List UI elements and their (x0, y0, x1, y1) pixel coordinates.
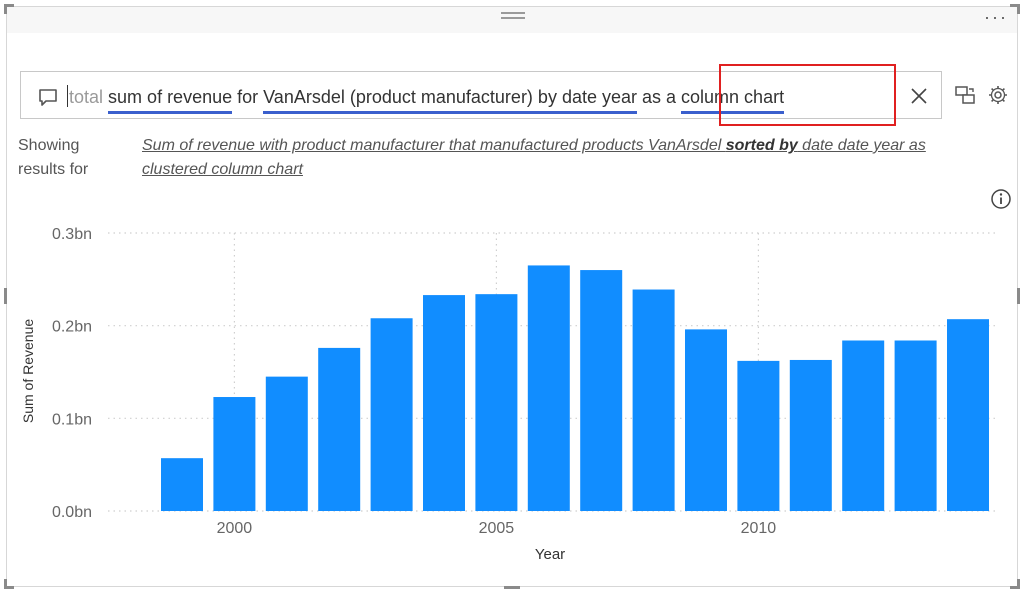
ellipsis-icon[interactable]: ··· (984, 8, 1008, 26)
swap-visual-icon[interactable] (954, 84, 976, 106)
query-term-manufacturer-year[interactable]: VanArsdel (product manufacturer) by date… (263, 87, 637, 114)
query-suggested-word: total (69, 87, 104, 107)
resize-handle-bottom-left[interactable] (4, 579, 14, 589)
highlight-annotation-box (719, 64, 896, 126)
query-connector-as: as a (637, 87, 682, 107)
resize-handle-right[interactable] (1017, 288, 1020, 304)
restatement-text: Sum of revenue with product manufacturer… (142, 137, 726, 154)
resize-handle-top-right[interactable] (1010, 4, 1020, 14)
info-icon[interactable] (990, 188, 1012, 210)
resize-handle-bottom-right[interactable] (1010, 579, 1020, 589)
resize-handle-left[interactable] (4, 288, 7, 304)
resize-handle-bottom[interactable] (504, 586, 520, 589)
showing-label-line1: Showing (18, 137, 80, 154)
text-caret (67, 85, 68, 107)
query-connector: for (232, 87, 264, 107)
drag-grip-icon[interactable] (501, 12, 525, 21)
showing-label-line2: results for (18, 161, 89, 178)
chat-bubble-icon (39, 89, 57, 106)
query-term-revenue[interactable]: sum of revenue (108, 87, 233, 114)
qa-query-text[interactable]: total sum of revenue for VanArsdel (prod… (69, 86, 785, 114)
restatement-bold: sorted by (725, 137, 798, 154)
resize-handle-top-left[interactable] (4, 4, 14, 14)
gear-icon[interactable] (987, 84, 1009, 106)
query-restatement-link[interactable]: Sum of revenue with product manufacturer… (142, 134, 932, 182)
showing-results-label: Showing results for (18, 134, 88, 182)
close-icon[interactable] (909, 86, 929, 106)
